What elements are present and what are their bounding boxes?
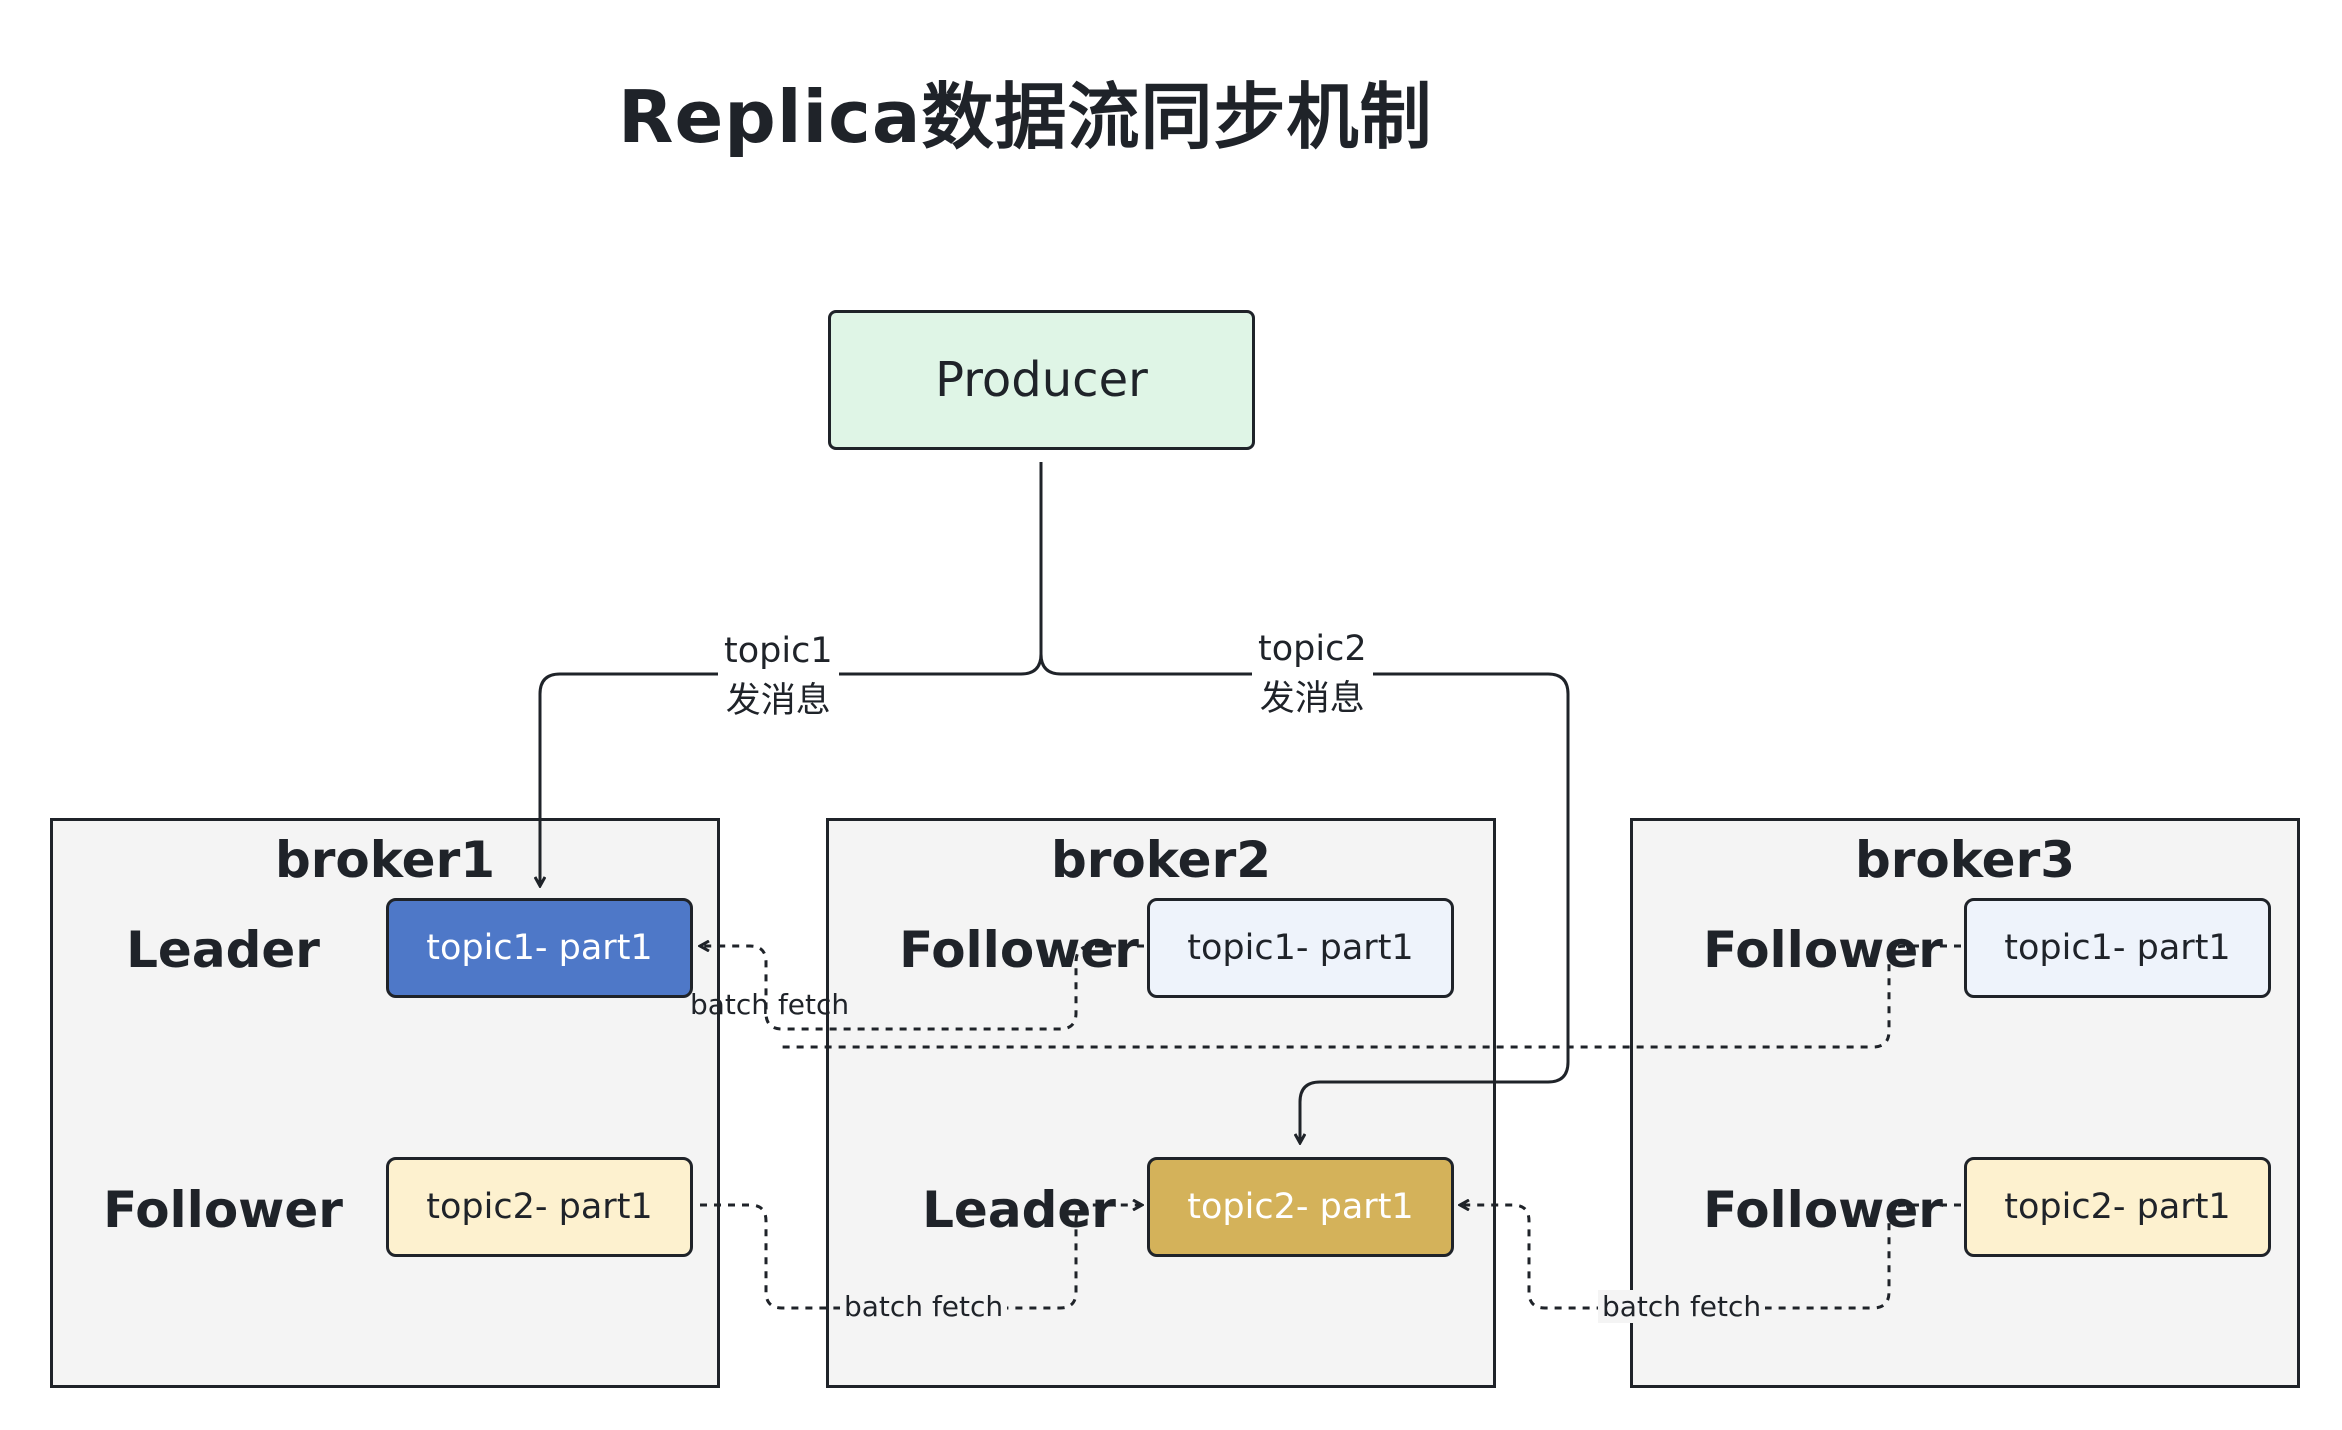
topic2-edge-label: topic2 发消息 [1252,624,1373,724]
topic2-edge-label-line1: topic2 [1258,629,1367,669]
broker3-topic1-fetch-line [782,944,1961,1049]
batch-fetch-label-topic1: batch fetch [690,988,850,1021]
connector-layer [0,462,1961,1310]
diagram-canvas: Replica数据流同步机制 Producer broker1 Leader t… [0,0,2342,1430]
batch-fetch-label-topic2-broker3: batch fetch [1598,1290,1766,1323]
topic1-edge-label-line1: topic1 [724,631,833,671]
topic2-edge-label-line2: 发消息 [1259,679,1365,719]
producer-to-topic2-leader-arrow [1039,653,1570,1143]
topic1-edge-label: topic1 发消息 [718,626,839,726]
batch-fetch-label-topic2-broker1: batch fetch [840,1290,1008,1323]
topic1-edge-label-line2: 发消息 [725,681,831,721]
